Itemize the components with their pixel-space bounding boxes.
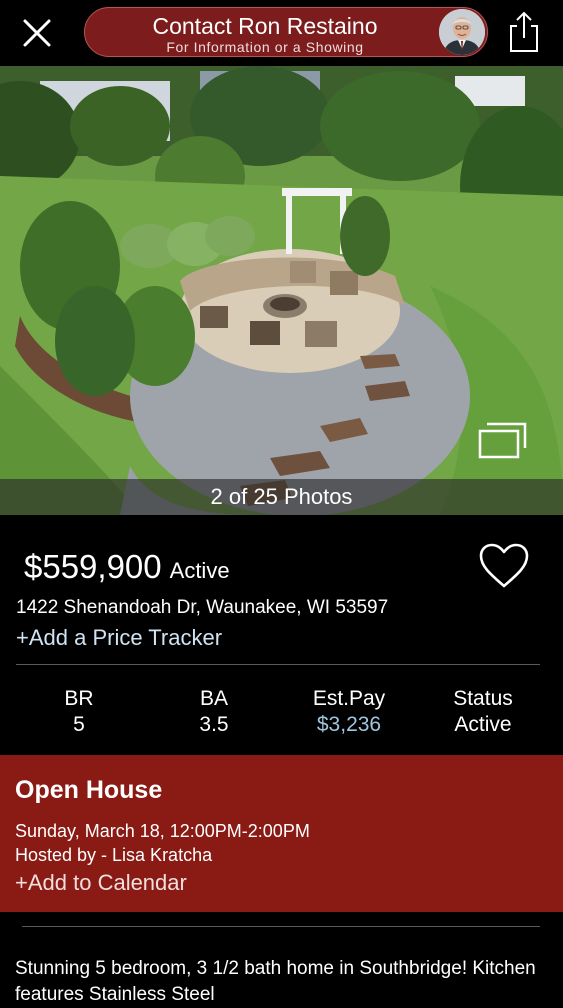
price-row: $559,900 Active [24,548,230,586]
listing-price: $559,900 [24,548,162,585]
stat-value: 3.5 [199,713,229,736]
listing-photo[interactable]: 2 of 25 Photos [0,66,563,515]
divider [22,926,540,927]
gallery-icon [478,422,527,459]
heart-icon [479,543,529,588]
stat-value: 5 [73,713,85,736]
open-house-title: Open House [15,776,163,804]
listing-status: Active [169,558,230,583]
close-button[interactable] [18,14,56,52]
divider [16,664,540,665]
open-house-panel: Open House Sunday, March 18, 12:00PM-2:0… [0,755,563,912]
stat-label: Status [453,687,513,710]
contact-title: Contact Ron Restaino [152,13,378,39]
add-to-calendar-link[interactable]: +Add to Calendar [15,870,187,896]
stat-bathrooms: BA 3.5 [149,686,279,738]
stat-status: Status Active [418,686,548,738]
stat-label: Est.Pay [312,687,386,710]
agent-avatar [439,9,485,55]
favorite-button[interactable] [478,542,530,590]
photo-counter: 2 of 25 Photos [0,479,563,515]
stat-value: Active [454,713,512,736]
est-payment-link[interactable]: $3,236 [284,712,414,738]
contact-subtitle: For Information or a Showing [166,39,364,55]
gallery-button[interactable] [477,420,529,460]
share-button[interactable] [506,11,542,53]
stat-label: BR [64,687,94,710]
share-icon [510,11,538,52]
close-icon [23,19,51,47]
listing-description: Stunning 5 bedroom, 3 1/2 bath home in S… [15,958,536,1005]
stat-est-payment: Est.Pay $3,236 [284,686,414,738]
open-house-date: Sunday, March 18, 12:00PM-2:00PM [15,821,310,841]
stat-bedrooms: BR 5 [14,686,144,738]
top-bar: Contact Ron Restaino For Information or … [0,0,563,66]
stat-label: BA [199,687,228,710]
open-house-host: Hosted by - Lisa Kratcha [15,845,213,865]
listing-address: 1422 Shenandoah Dr, Waunakee, WI 53597 [16,597,389,618]
contact-agent-button[interactable]: Contact Ron Restaino For Information or … [84,7,488,57]
add-price-tracker-link[interactable]: +Add a Price Tracker [16,625,222,651]
